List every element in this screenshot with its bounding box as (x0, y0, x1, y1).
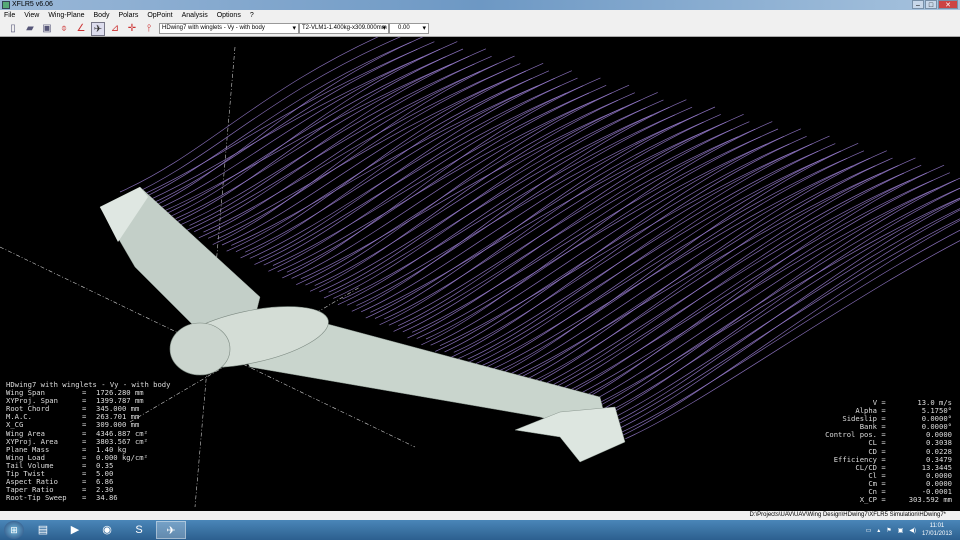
result-row: X_CP = 303.592 mm (825, 496, 952, 504)
file-path: D:\Projects\UAV\UAV\Wing Design\HDwing7\… (749, 512, 946, 518)
status-bar: D:\Projects\UAV\UAV\Wing Design\HDwing7\… (0, 511, 960, 520)
oppoint-select[interactable]: 0.00 (389, 23, 429, 34)
flag-icon[interactable]: ⚑ (886, 527, 891, 534)
media-player-task-icon[interactable]: ▶ (60, 521, 90, 539)
streamline (416, 143, 767, 339)
save-icon[interactable]: ▣ (40, 22, 54, 36)
streamline (592, 197, 960, 420)
streamline (333, 99, 664, 299)
menu-analysis[interactable]: Analysis (182, 10, 208, 21)
info-value: 34.86 (96, 493, 118, 503)
network-icon[interactable]: ▣ (898, 527, 904, 534)
menu-view[interactable]: View (24, 10, 39, 21)
streamline (597, 208, 960, 426)
blender-task-icon[interactable]: ◉ (92, 521, 122, 539)
menu-help[interactable]: ? (250, 10, 254, 21)
streamline (351, 99, 687, 312)
menu-polars[interactable]: Polars (118, 10, 138, 21)
streamline (393, 136, 739, 332)
info-row: M.A.C. = 263.701 mm (6, 413, 170, 421)
xflr5-task-icon[interactable]: ✈ (156, 521, 186, 539)
title-bar: XFLR5 v6.06 – □ ✕ (0, 0, 960, 10)
streamline (207, 78, 509, 239)
fuselage-nose (169, 322, 231, 376)
minimize-button[interactable]: – (912, 0, 924, 9)
streamline (319, 107, 647, 293)
streamline (217, 63, 521, 240)
skype-task-icon[interactable]: S (124, 521, 154, 539)
streamline (569, 179, 956, 413)
wing-plane-design-icon[interactable]: ✈ (91, 21, 105, 36)
toolbar: ▯ ▰ ▣ ⌽ ∠ ✈ ⊿ ✛ ⫯ HDwing7 with winglets … (0, 21, 960, 37)
streamline (328, 92, 658, 293)
streamline (138, 56, 424, 206)
streamlines (119, 37, 960, 440)
start-button[interactable]: ⊞ (4, 521, 24, 539)
plane-model (99, 186, 626, 463)
clock[interactable]: 11:01 17/01/2013 (922, 522, 952, 538)
streamline (175, 56, 469, 220)
streamline (184, 71, 481, 232)
app-icon (2, 1, 10, 9)
streamline (152, 48, 441, 212)
streamline (356, 106, 693, 306)
streamline (564, 172, 950, 407)
explorer-task-icon[interactable]: ▤ (28, 521, 58, 539)
equals-sign: = (877, 495, 890, 505)
result-label: X_CP (859, 495, 878, 505)
menu-body[interactable]: Body (94, 10, 110, 21)
xfoil-analysis-icon[interactable]: ∠ (74, 22, 88, 36)
volume-icon[interactable]: ◀) (909, 527, 916, 534)
info-label: Root-Tip Sweep (6, 493, 67, 503)
taskbar: ⊞ ▤ ▶ ◉ S ✈ ▭ ▴ ⚑ ▣ ◀) 11:01 17/01/2013 (0, 520, 960, 540)
system-tray: ▭ ▴ ⚑ ▣ ◀) 11:01 17/01/2013 (866, 522, 960, 538)
streamline (513, 150, 887, 386)
streamline (384, 121, 727, 320)
menu-bar: File View Wing-Plane Body Polars OpPoint… (0, 10, 960, 21)
info-row: Root-Tip Sweep = 34.86 (6, 494, 170, 502)
inverse-design-icon[interactable]: ⊿ (108, 22, 122, 36)
open-file-icon[interactable]: ▰ (23, 22, 37, 36)
info-eq: = (82, 493, 87, 503)
menu-file[interactable]: File (4, 10, 15, 21)
streamline (555, 187, 939, 406)
window-title: XFLR5 v6.06 (12, 1, 53, 8)
streamline (147, 41, 435, 206)
foil-design-icon[interactable]: ⌽ (57, 22, 71, 36)
streamline (541, 165, 922, 400)
menu-oppoint[interactable]: OpPoint (147, 10, 172, 21)
menu-wing-plane[interactable]: Wing-Plane (48, 10, 84, 21)
streamline (221, 70, 527, 246)
polar-select[interactable]: T2-VLM1-1.400kg-x309.000mm (299, 23, 389, 34)
streamline (258, 70, 572, 260)
close-button[interactable]: ✕ (938, 0, 958, 9)
clock-time: 11:01 (929, 523, 945, 529)
keyboard-icon[interactable]: ▭ (866, 527, 872, 534)
streamline (235, 63, 544, 253)
streamline (305, 84, 630, 286)
maximize-button[interactable]: □ (925, 0, 937, 9)
menu-options[interactable]: Options (217, 10, 241, 21)
streamline (296, 99, 618, 285)
clock-date: 17/01/2013 (921, 531, 952, 537)
oppoint-info-panel: V = 13.0 m/s Alpha = 5.1750° Sideslip = 0.… (825, 398, 952, 504)
new-file-icon[interactable]: ▯ (6, 22, 20, 36)
plane-info-panel: HDwing7 with winglets - Vy - with body Wi… (6, 380, 170, 502)
streamline (194, 55, 492, 232)
mixed-inverse-icon[interactable]: ✛ (125, 22, 139, 36)
result-value: 303.592 mm (908, 495, 952, 505)
show-hidden-icon[interactable]: ▴ (877, 527, 880, 534)
plane-select[interactable]: HDwing7 with winglets - Vy - with body (159, 23, 299, 34)
streamline (388, 129, 733, 326)
direct-foil-icon[interactable]: ⫯ (142, 22, 156, 36)
3d-view[interactable]: HDwing7 with winglets - Vy - with body Wi… (0, 37, 960, 511)
